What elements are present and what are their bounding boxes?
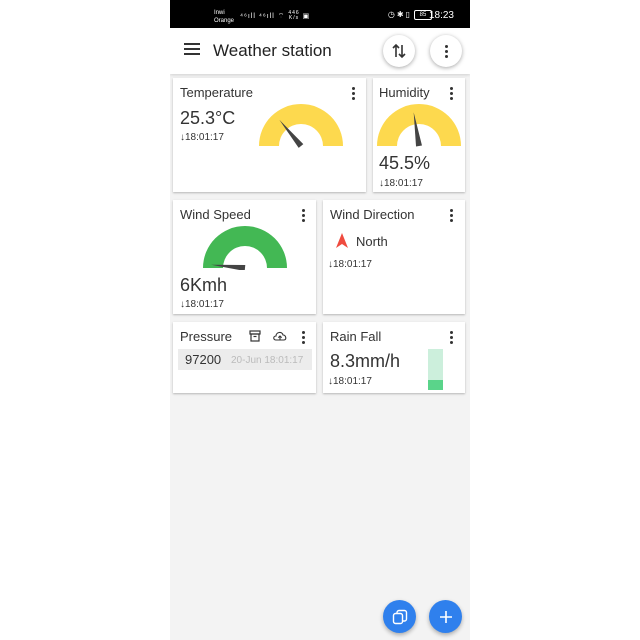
net-speed: 446 K/s [288, 10, 300, 21]
wind-speed-title: Wind Speed [180, 207, 251, 222]
humidity-card[interactable]: Humidity 45.5% ↓18:01:17 [373, 78, 465, 192]
page-title: Weather station [213, 41, 332, 60]
pressure-menu-icon[interactable] [302, 331, 305, 344]
humidity-value: 45.5% [379, 153, 431, 173]
notification-icon: ▣ [302, 12, 311, 20]
gauge-arc [203, 226, 287, 268]
wind-speed-card[interactable]: Wind Speed 6Kmh ↓18:01:17 [173, 200, 316, 314]
rain-fall-card[interactable]: Rain Fall 8.3mm/h ↓18:01:17 [323, 322, 465, 393]
rain-fall-menu-icon[interactable] [450, 331, 453, 344]
rain-level-fill [428, 379, 443, 390]
gauge-arc [259, 104, 343, 146]
wifi-icon: ⌔ [277, 12, 286, 20]
status-bar: Inwi Orange ⁴⁶ıll ⁴⁶ıll ⌔ 446 K/s ▣ ◷✱▯ … [170, 0, 470, 28]
wind-direction-menu-icon[interactable] [450, 209, 453, 222]
humidity-menu-icon[interactable] [450, 87, 453, 100]
temperature-updated: ↓18:01:17 [180, 132, 224, 143]
wind-speed-value: 6Kmh [180, 275, 228, 295]
pressure-title: Pressure [180, 329, 233, 344]
more-options-button[interactable] [430, 35, 462, 67]
bluetooth-icon: ✱ [396, 10, 406, 19]
pressure-value: 97200 [185, 352, 222, 367]
alarm-icon: ◷ [387, 10, 397, 19]
humidity-updated: ↓18:01:17 [379, 178, 423, 189]
wind-direction-title: Wind Direction [330, 207, 415, 222]
status-icons-right: ◷✱▯ [388, 10, 412, 19]
hamburger-menu-icon[interactable] [184, 43, 200, 57]
phone-screen: Inwi Orange ⁴⁶ıll ⁴⁶ıll ⌔ 446 K/s ▣ ◷✱▯ … [170, 0, 470, 640]
humidity-title: Humidity [379, 85, 430, 100]
copy-icon [392, 609, 407, 624]
wind-direction-updated: ↓18:01:17 [328, 259, 372, 270]
wind-speed-menu-icon[interactable] [302, 209, 305, 222]
rain-fall-value: 8.3mm/h [330, 351, 401, 371]
wind-direction-card[interactable]: Wind Direction North ↓18:01:17 [323, 200, 465, 314]
cloud-upload-icon[interactable] [272, 330, 288, 342]
humidity-gauge [377, 104, 461, 147]
navigation-arrow-icon [336, 233, 348, 248]
sort-button[interactable] [383, 35, 415, 67]
more-vert-icon [444, 44, 448, 58]
copy-fab[interactable] [383, 600, 416, 633]
carrier-2: Orange [214, 18, 235, 24]
pressure-date: 20-Jun 18:01:17 [231, 355, 304, 366]
add-fab[interactable] [429, 600, 462, 633]
temperature-value: 25.3°C [180, 108, 236, 128]
temperature-card[interactable]: Temperature 25.3°C ↓18:01:17 [173, 78, 366, 192]
status-time: 18:23 [428, 10, 454, 21]
wind-speed-updated: ↓18:01:17 [180, 299, 224, 310]
temperature-title: Temperature [180, 85, 253, 100]
archive-icon[interactable] [249, 330, 261, 342]
temperature-menu-icon[interactable] [352, 87, 355, 100]
carrier-1: Inwi [214, 10, 225, 16]
wind-speed-gauge [203, 226, 287, 270]
carrier-names: Inwi Orange [214, 9, 234, 25]
vibrate-icon: ▯ [405, 10, 412, 19]
wind-direction-value: North [356, 234, 388, 249]
pressure-card[interactable]: Pressure 97200 20-Jun 18:01:17 [173, 322, 316, 393]
sort-arrows-icon [392, 43, 406, 59]
app-bar: Weather station [170, 28, 470, 74]
rain-level-bar [428, 349, 443, 390]
signal-icon: ⁴⁶ıll ⁴⁶ıll ⌔ 446 K/s ▣ [240, 10, 311, 21]
rain-fall-title: Rain Fall [330, 329, 382, 344]
pressure-readout: 97200 20-Jun 18:01:17 [178, 349, 312, 370]
temperature-gauge [259, 104, 343, 148]
rain-fall-updated: ↓18:01:17 [328, 376, 372, 387]
add-icon [439, 610, 452, 623]
